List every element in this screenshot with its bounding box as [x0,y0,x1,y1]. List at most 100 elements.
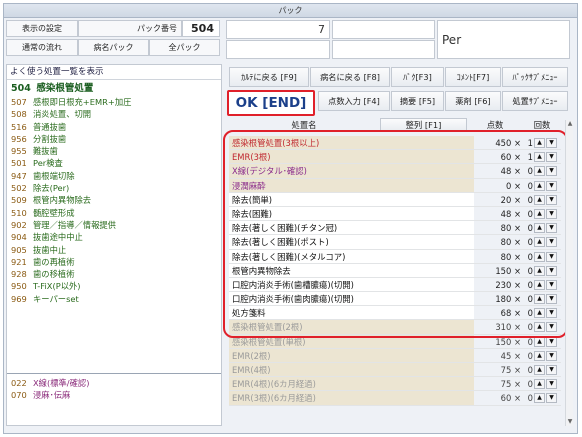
count-stepper[interactable]: 0 ▲ ▼ [523,179,561,192]
favorites-header[interactable]: よく使う処置一覧を表示 [7,65,221,80]
count-stepper[interactable]: 0 ▲ ▼ [523,320,561,333]
procedure-row[interactable]: 感染根管処置(2根) 310 × 0 ▲ ▼ [229,320,561,335]
favorites-item[interactable]: 950 T-FiX(P以外) [7,280,221,292]
disease-pack-button[interactable]: 病名パック [78,39,149,56]
favorites-item[interactable]: 516 普通抜歯 [7,121,221,133]
normal-flow-button[interactable]: 通常の流れ [6,39,78,56]
favorites-item[interactable]: 501 Per検査 [7,157,221,169]
procedure-row[interactable]: 感染根管処置(単根) 150 × 0 ▲ ▼ [229,334,561,349]
favorites-item[interactable]: 905 抜歯中止 [7,244,221,256]
back-to-disease-button[interactable]: 病名に戻る [F8] [310,67,390,87]
decrement-icon[interactable]: ▼ [546,251,557,262]
favorites-item[interactable]: 921 歯の再植術 [7,256,221,268]
increment-icon[interactable]: ▲ [534,294,545,305]
procedure-row[interactable]: 根管内異物除去 150 × 0 ▲ ▼ [229,263,561,278]
blank-field-1[interactable] [226,40,330,59]
pack-submenu-button[interactable]: ﾊﾟｯｸｻﾌﾞﾒﾆｭｰ [502,67,568,87]
favorites-item[interactable]: 904 抜歯途中中止 [7,231,221,243]
increment-icon[interactable]: ▲ [534,279,545,290]
increment-icon[interactable]: ▲ [534,393,545,404]
increment-icon[interactable]: ▲ [534,308,545,319]
decrement-icon[interactable]: ▼ [546,265,557,276]
procedure-row[interactable]: EMR(3根)(6カ月経過) 60 × 0 ▲ ▼ [229,391,561,406]
count-stepper[interactable]: 0 ▲ ▼ [523,278,561,291]
procedure-row[interactable]: EMR(4根) 75 × 0 ▲ ▼ [229,363,561,378]
count-stepper[interactable]: 0 ▲ ▼ [523,250,561,263]
decrement-icon[interactable]: ▼ [546,350,557,361]
favorites-item[interactable]: 955 難抜歯 [7,145,221,157]
pack-f3-button[interactable]: ﾊﾞｸ[F3] [391,67,444,87]
procedure-row[interactable]: 処方箋料 68 × 0 ▲ ▼ [229,306,561,321]
decrement-icon[interactable]: ▼ [546,336,557,347]
increment-icon[interactable]: ▲ [534,223,545,234]
blank-field-3[interactable] [332,40,435,59]
count-stepper[interactable]: 0 ▲ ▼ [523,377,561,390]
increment-icon[interactable]: ▲ [534,152,545,163]
decrement-icon[interactable]: ▼ [546,365,557,375]
procedure-row[interactable]: 口腔内消炎手術(歯肉膿瘍)(切開) 180 × 0 ▲ ▼ [229,292,561,307]
summary-button[interactable]: 摘要 [F5] [391,91,444,111]
decrement-icon[interactable]: ▼ [546,152,557,163]
procedure-row[interactable]: 感染根管処置(3根以上) 450 × 1 ▲ ▼ [229,136,561,151]
count-stepper[interactable]: 0 ▲ ▼ [523,235,561,248]
increment-icon[interactable]: ▲ [534,138,545,148]
count-stepper[interactable]: 0 ▲ ▼ [523,264,561,277]
favorites-item-selected[interactable]: 504 感染根管処置 [7,82,221,96]
count-stepper[interactable]: 0 ▲ ▼ [523,391,561,404]
decrement-icon[interactable]: ▼ [546,279,557,290]
favorites-bottom-item[interactable]: 022 X線(標準/確認) [7,377,221,389]
scroll-up-icon[interactable]: ▲ [566,120,574,128]
favorites-item[interactable]: 509 根管内異物除去 [7,194,221,206]
decrement-icon[interactable]: ▼ [546,194,557,205]
increment-icon[interactable]: ▲ [534,208,545,219]
blank-field-2[interactable] [332,20,435,39]
count-stepper[interactable]: 1 ▲ ▼ [523,136,561,149]
count-stepper[interactable]: 0 ▲ ▼ [523,363,561,376]
favorites-item[interactable]: 969 キーパーset [7,293,221,305]
favorites-item[interactable]: 902 管理／指導／情報提供 [7,219,221,231]
count-stepper[interactable]: 0 ▲ ▼ [523,349,561,362]
increment-icon[interactable]: ▲ [534,350,545,361]
count-field[interactable]: 7 [226,20,330,39]
increment-icon[interactable]: ▲ [534,237,545,248]
scroll-down-icon[interactable]: ▼ [566,418,574,426]
count-stepper[interactable]: 0 ▲ ▼ [523,164,561,177]
comment-button[interactable]: ｺﾒﾝﾄ[F7] [445,67,501,87]
increment-icon[interactable]: ▲ [534,265,545,276]
increment-icon[interactable]: ▲ [534,251,545,262]
procedure-row[interactable]: EMR(4根)(6カ月経過) 75 × 0 ▲ ▼ [229,377,561,392]
increment-icon[interactable]: ▲ [534,336,545,347]
increment-icon[interactable]: ▲ [534,194,545,205]
procedure-submenu-button[interactable]: 処置ｻﾌﾞﾒﾆｭｰ [502,91,568,111]
all-pack-button[interactable]: 全パック [149,39,220,56]
points-input-button[interactable]: 点数入力 [F4] [318,91,390,111]
increment-icon[interactable]: ▲ [534,166,545,177]
increment-icon[interactable]: ▲ [534,379,545,390]
favorites-item[interactable]: 507 感根即日根充+EMR+加圧 [7,96,221,108]
ok-end-button[interactable]: OK [END] [227,90,315,116]
procedure-row[interactable]: EMR(3根) 60 × 1 ▲ ▼ [229,150,561,165]
table-scrollbar[interactable]: ▲ ▼ [565,120,573,426]
procedure-row[interactable]: 除去(困難) 48 × 0 ▲ ▼ [229,206,561,222]
increment-icon[interactable]: ▲ [534,322,545,333]
decrement-icon[interactable]: ▼ [546,237,557,248]
decrement-icon[interactable]: ▼ [546,223,557,234]
decrement-icon[interactable]: ▼ [546,393,557,404]
decrement-icon[interactable]: ▼ [546,166,557,177]
favorites-bottom-item[interactable]: 070 浸麻･伝麻 [7,389,221,401]
sort-button[interactable]: 整列 [F1] [380,118,467,132]
favorites-item[interactable]: 956 分割抜歯 [7,133,221,145]
back-to-chart-button[interactable]: ｶﾙﾃに戻る [F9] [229,67,309,87]
count-stepper[interactable]: 0 ▲ ▼ [523,221,561,234]
count-stepper[interactable]: 0 ▲ ▼ [523,292,561,305]
decrement-icon[interactable]: ▼ [546,308,557,319]
count-stepper[interactable]: 0 ▲ ▼ [523,335,561,348]
display-settings-button[interactable]: 表示の設定 [6,20,78,37]
decrement-icon[interactable]: ▼ [546,208,557,219]
decrement-icon[interactable]: ▼ [546,180,557,191]
favorites-item[interactable]: 947 歯根端切除 [7,170,221,182]
procedure-row[interactable]: X線(デジタル･確認) 48 × 0 ▲ ▼ [229,164,561,179]
count-stepper[interactable]: 0 ▲ ▼ [523,306,561,319]
decrement-icon[interactable]: ▼ [546,138,557,148]
procedure-row[interactable]: EMR(2根) 45 × 0 ▲ ▼ [229,348,561,363]
